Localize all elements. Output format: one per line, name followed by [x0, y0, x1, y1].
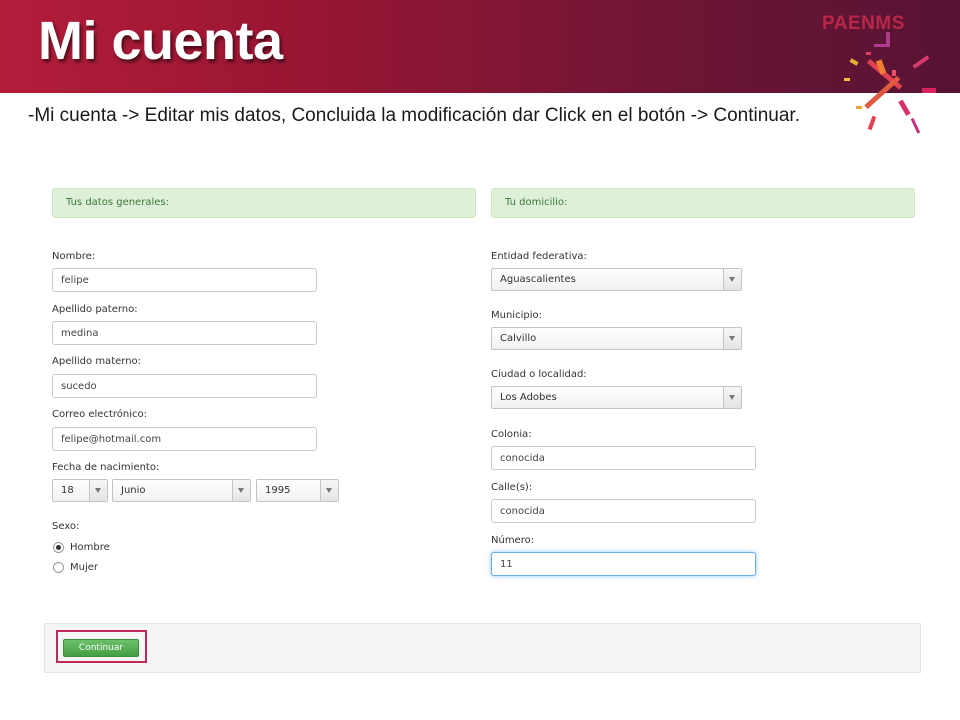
radio-mujer[interactable] [53, 562, 64, 573]
address-heading-label: Tu domicilio: [505, 197, 568, 208]
calle-input[interactable]: conocida [491, 499, 756, 523]
birth-month-value: Junio [121, 485, 146, 496]
instructions-text: -Mi cuenta -> Editar mis datos, Concluid… [28, 105, 800, 126]
radio-hombre-label: Hombre [70, 542, 110, 553]
entidad-label: Entidad federativa: [491, 251, 587, 262]
chevron-down-icon [723, 269, 741, 290]
radio-hombre[interactable] [53, 542, 64, 553]
ciudad-select[interactable]: Los Adobes [491, 386, 742, 409]
confetti-x-logo [844, 32, 936, 134]
colonia-label: Colonia: [491, 429, 532, 440]
sexo-label: Sexo: [52, 521, 80, 532]
apellido-paterno-input[interactable]: medina [52, 321, 317, 345]
calle-label: Calle(s): [491, 482, 533, 493]
birth-year-value: 1995 [265, 485, 291, 496]
page-title: Mi cuenta [38, 11, 283, 71]
birth-month-select[interactable]: Junio [112, 479, 251, 502]
continue-button[interactable]: Continuar [63, 639, 139, 657]
numero-input[interactable]: 11 [491, 552, 756, 576]
numero-label: Número: [491, 535, 535, 546]
general-data-heading-label: Tus datos generales: [66, 197, 169, 208]
colonia-input[interactable]: conocida [491, 446, 756, 470]
nombre-label: Nombre: [52, 251, 96, 262]
radio-mujer-label: Mujer [70, 562, 99, 573]
birth-day-select[interactable]: 18 [52, 479, 108, 502]
apellido-materno-label: Apellido materno: [52, 356, 142, 367]
birth-year-select[interactable]: 1995 [256, 479, 339, 502]
chevron-down-icon [723, 387, 741, 408]
fecha-nacimiento-label: Fecha de nacimiento: [52, 462, 160, 473]
municipio-select[interactable]: Calvillo [491, 327, 742, 350]
ciudad-value: Los Adobes [500, 392, 557, 403]
chevron-down-icon [320, 480, 338, 501]
nombre-input[interactable]: felipe [52, 268, 317, 292]
entidad-value: Aguascalientes [500, 274, 576, 285]
apellido-materno-input[interactable]: sucedo [52, 374, 317, 398]
entidad-select[interactable]: Aguascalientes [491, 268, 742, 291]
birth-day-value: 18 [61, 485, 74, 496]
municipio-label: Municipio: [491, 310, 542, 321]
correo-label: Correo electrónico: [52, 409, 147, 420]
municipio-value: Calvillo [500, 333, 537, 344]
chevron-down-icon [723, 328, 741, 349]
general-data-heading: Tus datos generales: [52, 188, 476, 218]
ciudad-label: Ciudad o localidad: [491, 369, 587, 380]
chevron-down-icon [232, 480, 250, 501]
form-actions-bar [44, 623, 921, 673]
apellido-paterno-label: Apellido paterno: [52, 304, 138, 315]
chevron-down-icon [89, 480, 107, 501]
correo-input[interactable]: felipe@hotmail.com [52, 427, 317, 451]
address-heading: Tu domicilio: [491, 188, 915, 218]
